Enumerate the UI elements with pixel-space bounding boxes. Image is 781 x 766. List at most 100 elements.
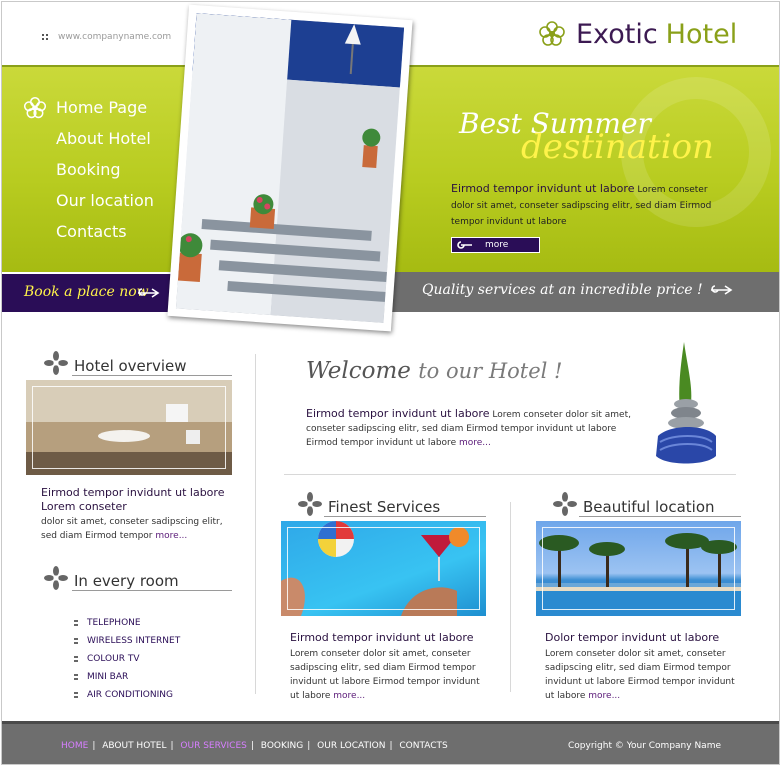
services-title: Finest Services	[328, 498, 441, 516]
flower-icon	[553, 492, 577, 516]
bathroom-photo	[26, 380, 232, 475]
image-frame	[32, 386, 226, 469]
row-divider	[284, 474, 736, 475]
services-body: Lorem conseter dolor sit amet, conseter …	[290, 649, 480, 701]
location-text: Lorem conseter dolor sit amet, conseter …	[545, 647, 745, 703]
dots-bullet-icon	[74, 638, 78, 644]
site-url-text: www.companyname.com	[58, 32, 172, 42]
nav-item-home[interactable]: Home Page	[22, 92, 154, 123]
location-lead[interactable]: Dolor tempor invidunt ut labore	[545, 631, 755, 645]
image-frame	[287, 527, 480, 610]
services-lead[interactable]: Eirmod tempor invidunt ut labore	[290, 631, 500, 645]
list-item-label: WIRELESS INTERNET	[87, 636, 181, 646]
overview-lead-line-2: Lorem conseter	[41, 500, 127, 513]
palm-pool-photo	[536, 521, 741, 616]
room-title: In every room	[74, 572, 179, 590]
nav-label: Booking	[56, 160, 121, 179]
list-item-label: COLOUR TV	[87, 654, 140, 664]
overview-lead-line-1: Eirmod tempor invidunt ut labore	[41, 486, 225, 499]
hero-title-line-2: destination	[521, 127, 714, 167]
logo-word-2: Hotel	[665, 18, 738, 50]
footer-nav: HOME | ABOUT HOTEL | OUR SERVICES | BOOKING…	[61, 741, 448, 751]
list-item[interactable]: WIRELESS INTERNET	[74, 632, 180, 650]
logo-word-1: Exotic	[576, 18, 658, 50]
welcome-text: Eirmod tempor invidunt ut labore Lorem c…	[306, 407, 636, 450]
flower-icon	[539, 21, 565, 46]
overview-more-link[interactable]: more...	[155, 531, 187, 541]
welcome-lead[interactable]: Eirmod tempor invidunt ut labore	[306, 407, 489, 420]
overview-text: dolor sit amet, conseter sadipscing elit…	[41, 515, 231, 543]
column-divider	[255, 354, 256, 694]
separator: |	[250, 741, 254, 751]
list-item[interactable]: MINI BAR	[74, 668, 180, 686]
location-more-link[interactable]: more...	[588, 691, 620, 701]
book-now-button[interactable]: Book a place now	[2, 272, 177, 312]
site-url[interactable]: www.companyname.com	[42, 32, 171, 42]
hero-title: Best Summer destination	[459, 107, 759, 167]
dots-bullet-icon	[74, 674, 78, 680]
divider	[579, 516, 741, 517]
book-now-label: Book a place now	[24, 284, 149, 300]
flower-icon	[23, 96, 47, 118]
divider	[72, 375, 232, 376]
list-item[interactable]: AIR CONDITIONING	[74, 686, 180, 704]
footer-link-location[interactable]: OUR LOCATION	[317, 741, 385, 751]
flower-icon	[44, 566, 68, 590]
hero-text: Eirmod tempor invidunt ut labore Lorem c…	[451, 181, 721, 230]
footer-link-contacts[interactable]: CONTACTS	[399, 741, 447, 751]
hero-photo	[167, 4, 413, 332]
location-title: Beautiful location	[583, 498, 715, 516]
separator: |	[170, 741, 174, 751]
welcome-more-link[interactable]: more...	[459, 438, 491, 448]
services-more-link[interactable]: more...	[333, 691, 365, 701]
overview-heading: Hotel overview	[44, 349, 187, 375]
pool-drink-photo	[281, 521, 486, 616]
hero-more-label: more	[485, 240, 509, 250]
room-amenities-list: TELEPHONE WIRELESS INTERNET COLOUR TV MI…	[74, 614, 180, 704]
footer-link-services[interactable]: OUR SERVICES	[180, 741, 246, 751]
hero-lead: Eirmod tempor invidunt ut labore	[451, 182, 635, 195]
location-body: Lorem conseter dolor sit amet, conseter …	[545, 649, 735, 701]
page-frame: www.companyname.com Exotic Hotel Home Pa…	[1, 1, 780, 765]
divider	[72, 590, 232, 591]
separator: |	[92, 741, 96, 751]
footer-link-home[interactable]: HOME	[61, 741, 88, 751]
nav-item-location[interactable]: Our location	[22, 185, 154, 216]
image-frame	[542, 527, 735, 610]
overview-body: dolor sit amet, conseter sadipscing elit…	[41, 517, 223, 541]
dots-bullet-icon	[74, 656, 78, 662]
dots-bullet-icon	[74, 620, 78, 626]
copyright: Copyright © Your Company Name	[568, 741, 721, 751]
footer-link-booking[interactable]: BOOKING	[261, 741, 303, 751]
hero-more-button[interactable]: more	[451, 237, 540, 253]
services-heading: Finest Services	[298, 490, 440, 516]
quality-text: Quality services at an incredible price …	[422, 282, 735, 298]
list-item-label: MINI BAR	[87, 672, 129, 682]
welcome-title: Welcome to our Hotel !	[306, 358, 563, 384]
nav-item-booking[interactable]: Booking	[22, 154, 154, 185]
stairs-photo	[175, 13, 405, 323]
overview-lead[interactable]: Eirmod tempor invidunt ut labore Lorem c…	[41, 486, 241, 514]
welcome-title-part-2: to our Hotel !	[418, 359, 563, 383]
list-item[interactable]: COLOUR TV	[74, 650, 180, 668]
flower-icon	[298, 492, 322, 516]
nav-item-about[interactable]: About Hotel	[22, 123, 154, 154]
nav-item-contacts[interactable]: Contacts	[22, 216, 154, 247]
overview-title: Hotel overview	[74, 357, 187, 375]
nav-label: Contacts	[56, 222, 127, 241]
footer-link-about[interactable]: ABOUT HOTEL	[102, 741, 166, 751]
quality-label: Quality services at an incredible price …	[422, 282, 703, 298]
main-nav: Home Page About Hotel Booking Our locati…	[22, 92, 154, 247]
stairs-illustration	[175, 13, 405, 323]
swirl-arrow-icon	[138, 288, 160, 298]
nav-label: Our location	[56, 191, 154, 210]
list-item[interactable]: TELEPHONE	[74, 614, 180, 632]
list-item-label: AIR CONDITIONING	[87, 690, 173, 700]
services-text: Lorem conseter dolor sit amet, conseter …	[290, 647, 490, 703]
nav-label: Home Page	[56, 98, 148, 117]
dots-icon	[42, 33, 48, 40]
separator: |	[307, 741, 311, 751]
logo[interactable]: Exotic Hotel	[538, 16, 737, 52]
nav-label: About Hotel	[56, 129, 151, 148]
swirl-arrow-icon	[457, 241, 472, 249]
